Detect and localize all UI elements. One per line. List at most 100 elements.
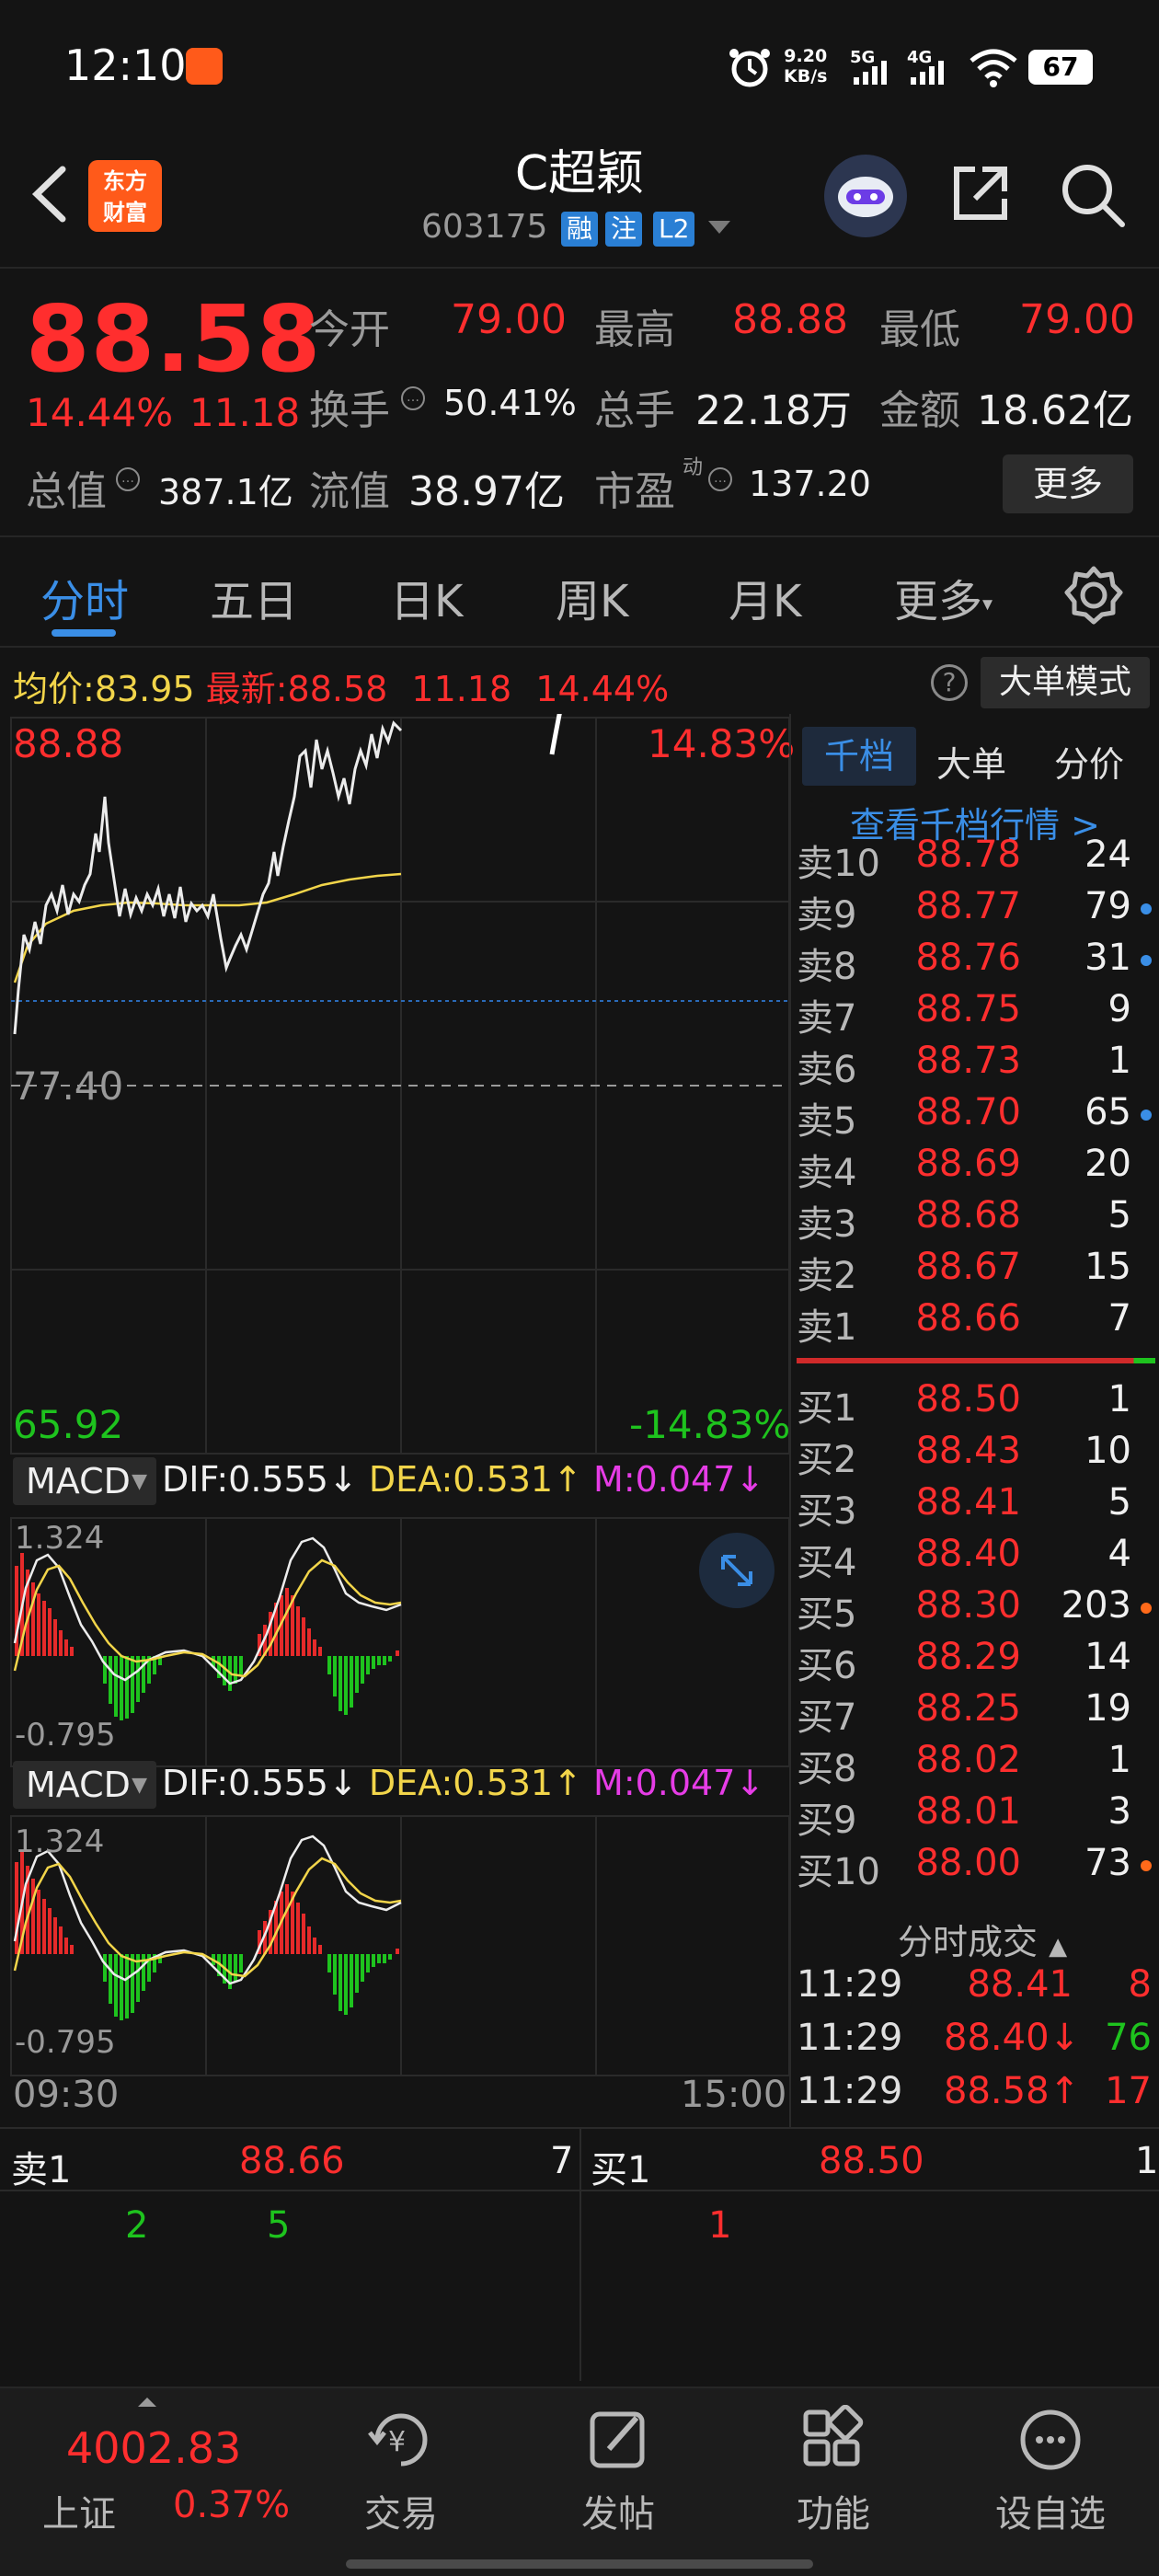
ask-row[interactable]: 卖2 88.67 15 bbox=[797, 1246, 1155, 1297]
bid-row[interactable]: 买9 88.01 3 bbox=[797, 1790, 1155, 1842]
bid-volume: 3 bbox=[1107, 1790, 1131, 1833]
amount-label: 金额 bbox=[879, 387, 960, 434]
divider bbox=[0, 267, 1159, 269]
bid-row[interactable]: 买5 88.30 203 bbox=[797, 1584, 1155, 1636]
total-cap-value: 387.1亿 bbox=[158, 472, 293, 512]
tab-more[interactable]: 更多▾ bbox=[894, 565, 993, 629]
more-button[interactable]: 更多 bbox=[1003, 454, 1133, 513]
chevron-down-icon[interactable] bbox=[708, 221, 730, 234]
notification-app-icon bbox=[186, 48, 223, 85]
svg-text:¥: ¥ bbox=[388, 2426, 406, 2458]
tab-weekly-k[interactable]: 周K bbox=[556, 565, 628, 629]
bid-row[interactable]: 买2 88.43 10 bbox=[797, 1430, 1155, 1481]
ask-volume: 5 bbox=[1107, 1194, 1131, 1236]
index-value[interactable]: 4002.83 bbox=[66, 2423, 241, 2473]
ask-price: 88.77 bbox=[915, 885, 1021, 927]
bid-row[interactable]: 买10 88.00 73 bbox=[797, 1842, 1155, 1893]
bid-row[interactable]: 买6 88.29 14 bbox=[797, 1636, 1155, 1687]
info-icon[interactable]: … bbox=[116, 467, 140, 491]
tick-row[interactable]: 11:29 88.58↑ 17 bbox=[797, 2070, 1155, 2123]
bid-price: 88.40 bbox=[915, 1533, 1021, 1575]
gear-icon[interactable] bbox=[1061, 563, 1126, 631]
ask-volume: 9 bbox=[1107, 988, 1131, 1030]
volume-label: 总手 bbox=[594, 387, 675, 434]
tick-row[interactable]: 11:29 88.40↓ 76 bbox=[797, 2017, 1155, 2070]
ask-row[interactable]: 卖10 88.78 24 bbox=[797, 834, 1155, 885]
tick-volume: 76 bbox=[1105, 2017, 1152, 2059]
battery-indicator: 67 bbox=[1028, 50, 1093, 85]
share-icon[interactable] bbox=[947, 160, 1014, 230]
bid-row[interactable]: 买3 88.41 5 bbox=[797, 1481, 1155, 1533]
bid-row[interactable]: 买1 88.50 1 bbox=[797, 1378, 1155, 1430]
ask-row[interactable]: 卖4 88.69 20 bbox=[797, 1143, 1155, 1194]
more-dots-icon[interactable] bbox=[968, 2405, 1133, 2478]
compose-icon[interactable] bbox=[535, 2405, 701, 2478]
tick-time: 11:29 bbox=[797, 2070, 903, 2112]
tick-price: 88.58↑ bbox=[944, 2070, 1081, 2112]
level2-tag[interactable]: L2 bbox=[653, 212, 695, 247]
change-percent: 14.44% bbox=[26, 390, 174, 435]
ask-price: 88.78 bbox=[915, 834, 1021, 876]
help-icon[interactable]: ? bbox=[931, 664, 968, 701]
back-arrow-icon[interactable] bbox=[26, 162, 72, 230]
info-icon[interactable]: … bbox=[401, 386, 425, 410]
apps-icon[interactable] bbox=[751, 2404, 916, 2478]
bid-row[interactable]: 买7 88.25 19 bbox=[797, 1687, 1155, 1739]
ai-assistant-icon[interactable] bbox=[824, 155, 907, 237]
bid-row[interactable]: 买4 88.40 4 bbox=[797, 1533, 1155, 1584]
tab-monthly-k[interactable]: 月K bbox=[729, 565, 801, 629]
turnover-value: 50.41% bbox=[443, 383, 577, 423]
tab-price-distribution[interactable]: 分价 bbox=[1054, 736, 1124, 787]
ask-row[interactable]: 卖9 88.77 79 bbox=[797, 885, 1155, 937]
macd-dea-line-1 bbox=[13, 1558, 402, 1678]
index-name[interactable]: 上证 bbox=[42, 2484, 116, 2537]
ask-row[interactable]: 卖6 88.73 1 bbox=[797, 1040, 1155, 1091]
chart-high-price: 88.88 bbox=[13, 721, 124, 766]
nav-trade[interactable]: 交易 bbox=[318, 2484, 484, 2537]
tab-daily-k[interactable]: 日K bbox=[390, 565, 463, 629]
tick-trades-title[interactable]: 分时成交 ▲ bbox=[898, 1914, 1067, 1964]
macd-indicator-select-1[interactable]: MACD ▼ bbox=[13, 1457, 156, 1505]
bid-volume: 203 bbox=[1061, 1584, 1131, 1627]
nav-add-watchlist[interactable]: 设自选 bbox=[968, 2484, 1133, 2537]
bid-row[interactable]: 买8 88.02 1 bbox=[797, 1739, 1155, 1790]
tab-big-orders[interactable]: 大单 bbox=[936, 736, 1006, 787]
bid-volume: 1 bbox=[1107, 1739, 1131, 1781]
ask-row[interactable]: 卖7 88.75 9 bbox=[797, 988, 1155, 1040]
large-order-dot bbox=[1141, 955, 1152, 966]
ask-row[interactable]: 卖8 88.76 31 bbox=[797, 937, 1155, 988]
change-amount: 11.18 bbox=[189, 390, 301, 435]
tick-row[interactable]: 11:29 88.41 8 bbox=[797, 1963, 1155, 2017]
ask-row[interactable]: 卖1 88.66 7 bbox=[797, 1297, 1155, 1349]
ask-level-label: 卖10 bbox=[797, 843, 880, 885]
trade-icon[interactable]: ¥ bbox=[318, 2405, 484, 2478]
stock-name: C超颖 bbox=[514, 146, 645, 201]
nav-functions[interactable]: 功能 bbox=[751, 2484, 916, 2537]
macd-top-value-2: 1.324 bbox=[15, 1823, 105, 1860]
chevron-up-icon[interactable] bbox=[138, 2398, 156, 2407]
tick-volume: 17 bbox=[1105, 2070, 1152, 2112]
index-change[interactable]: 0.37% bbox=[173, 2484, 290, 2526]
home-indicator[interactable] bbox=[346, 2559, 813, 2569]
ask-price: 88.66 bbox=[915, 1297, 1021, 1340]
ask-volume: 20 bbox=[1084, 1143, 1131, 1185]
large-order-dot bbox=[1141, 1110, 1152, 1121]
strip-bid-volume: 1 bbox=[1135, 2140, 1159, 2182]
fullscreen-icon[interactable] bbox=[699, 1533, 775, 1608]
tab-order-book-depth[interactable]: 千档 bbox=[802, 727, 916, 786]
info-icon[interactable]: … bbox=[708, 467, 732, 491]
tab-intraday[interactable]: 分时 bbox=[40, 565, 129, 629]
bid-level-label: 买4 bbox=[797, 1542, 857, 1584]
macd-indicator-select-2[interactable]: MACD ▼ bbox=[13, 1761, 156, 1809]
search-icon[interactable] bbox=[1058, 160, 1128, 234]
tab-underline bbox=[52, 629, 116, 637]
tab-five-day[interactable]: 五日 bbox=[210, 565, 298, 629]
strip-ask-label: 卖1 bbox=[11, 2149, 72, 2191]
ask-level-label: 卖8 bbox=[797, 946, 857, 988]
ask-row[interactable]: 卖5 88.70 65 bbox=[797, 1091, 1155, 1143]
nav-post[interactable]: 发帖 bbox=[535, 2484, 701, 2537]
ask-volume: 24 bbox=[1084, 834, 1131, 876]
ask-row[interactable]: 卖3 88.68 5 bbox=[797, 1194, 1155, 1246]
big-order-mode-button[interactable]: 大单模式 bbox=[981, 657, 1150, 708]
bid-volume: 14 bbox=[1084, 1636, 1131, 1678]
